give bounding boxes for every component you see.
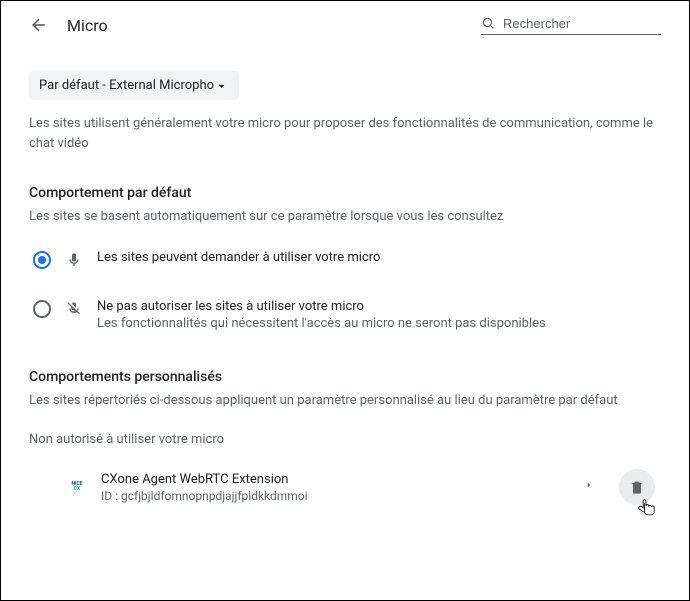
device-label: Par défaut - External Microphone [39, 78, 214, 93]
extension-icon: NICE CX [67, 477, 87, 497]
custom-behavior-sub: Les sites répertoriés ci-dessous appliqu… [29, 393, 661, 408]
page-title: Micro [67, 16, 108, 35]
microphone-off-icon [65, 300, 83, 318]
site-row[interactable]: NICE CX CXone Agent WebRTC Extension ID … [29, 463, 661, 511]
site-id: ID : gcfjbjldfomnopnpdjajjfpldkkdmmoi [101, 489, 559, 503]
dropdown-caret-icon [214, 79, 229, 93]
delete-site-button[interactable] [619, 469, 655, 505]
radio-block[interactable] [33, 300, 51, 318]
back-button[interactable] [29, 15, 49, 35]
back-arrow-icon [29, 15, 49, 35]
mic-description: Les sites utilisent généralement votre m… [29, 114, 661, 153]
radio-allow[interactable] [33, 251, 51, 269]
default-behavior-heading: Comportement par défaut [29, 185, 661, 201]
site-disclosure[interactable] [573, 479, 605, 495]
default-behavior-sub: Les sites se basent automatiquement sur … [29, 209, 661, 224]
device-select[interactable]: Par défaut - External Microphone [29, 71, 239, 100]
microphone-icon [65, 251, 83, 269]
option-allow-ask[interactable]: Les sites peuvent demander à utiliser vo… [29, 242, 661, 277]
site-name: CXone Agent WebRTC Extension [101, 472, 559, 487]
cursor-pointer-icon [637, 497, 659, 519]
option-block-label: Ne pas autoriser les sites à utiliser vo… [97, 299, 546, 314]
header: Micro [29, 15, 661, 35]
option-allow-label: Les sites peuvent demander à utiliser vo… [97, 250, 380, 265]
search-icon [481, 15, 495, 31]
option-block-sub: Les fonctionnalités qui nécessitent l'ac… [97, 316, 546, 331]
option-block[interactable]: Ne pas autoriser les sites à utiliser vo… [29, 277, 661, 339]
search-input[interactable] [503, 16, 661, 31]
search-container[interactable] [481, 15, 661, 35]
blocked-section-label: Non autorisé à utiliser votre micro [29, 432, 661, 447]
custom-behavior-heading: Comportements personnalisés [29, 369, 661, 385]
chevron-right-icon [585, 479, 593, 491]
trash-icon [629, 479, 645, 495]
